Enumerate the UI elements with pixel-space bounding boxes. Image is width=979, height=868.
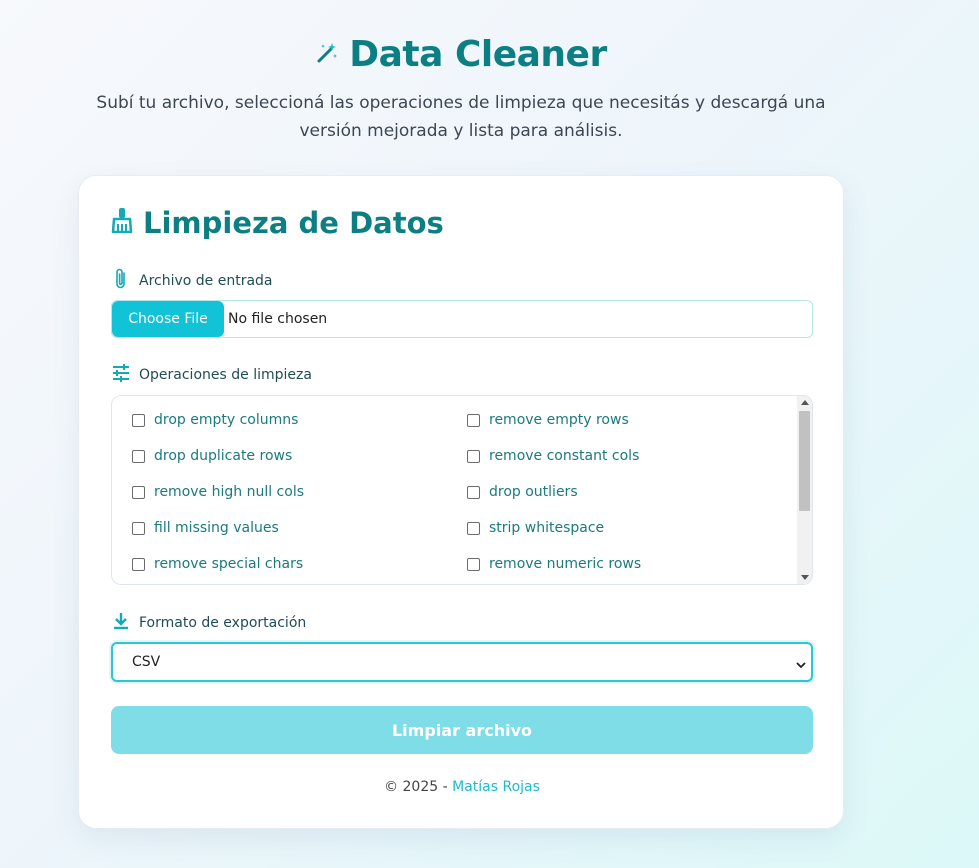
checkbox[interactable] bbox=[132, 413, 145, 427]
scroll-up-arrow-icon[interactable] bbox=[801, 400, 809, 405]
file-label: Archivo de entrada bbox=[139, 273, 273, 289]
op-drop-duplicate-rows[interactable]: drop duplicate rows bbox=[132, 446, 467, 466]
checkbox[interactable] bbox=[467, 485, 480, 499]
checkbox[interactable] bbox=[132, 521, 145, 535]
checkbox[interactable] bbox=[132, 485, 145, 499]
footer-prefix: © 2025 - bbox=[384, 779, 453, 795]
export-format-select[interactable]: CSV bbox=[111, 642, 813, 682]
page-title: Data Cleaner bbox=[349, 34, 607, 75]
op-remove-constant-cols[interactable]: remove constant cols bbox=[467, 446, 802, 466]
sliders-icon bbox=[111, 363, 131, 387]
op-label: drop duplicate rows bbox=[154, 448, 293, 464]
op-label: remove special chars bbox=[154, 556, 304, 572]
op-label: drop empty columns bbox=[154, 412, 299, 428]
page-header: Data Cleaner Subí tu archivo, seleccioná… bbox=[0, 34, 922, 145]
checkbox[interactable] bbox=[467, 413, 480, 427]
file-status: No file chosen bbox=[228, 311, 328, 327]
title-row: Data Cleaner bbox=[0, 34, 922, 75]
op-label: drop outliers bbox=[489, 484, 578, 500]
op-label: remove numeric rows bbox=[489, 556, 642, 572]
op-label: fill missing values bbox=[154, 520, 279, 536]
op-remove-high-null-cols[interactable]: remove high null cols bbox=[132, 482, 467, 502]
checkbox[interactable] bbox=[132, 557, 145, 571]
magic-wand-icon bbox=[315, 41, 339, 69]
op-remove-special-chars[interactable]: remove special chars bbox=[132, 554, 467, 574]
op-remove-numeric-rows[interactable]: remove numeric rows bbox=[467, 554, 802, 574]
download-icon bbox=[111, 611, 131, 635]
op-label: remove empty rows bbox=[489, 412, 629, 428]
op-label: remove constant cols bbox=[489, 448, 640, 464]
export-label-row: Formato de exportación bbox=[111, 611, 306, 635]
paperclip-icon bbox=[111, 268, 131, 294]
export-format-value: CSV bbox=[132, 654, 161, 670]
operations-label: Operaciones de limpieza bbox=[139, 367, 312, 383]
page-subtitle: Subí tu archivo, seleccioná las operacio… bbox=[96, 93, 826, 141]
author-link[interactable]: Matías Rojas bbox=[452, 779, 540, 795]
file-input[interactable]: Choose File No file chosen bbox=[111, 300, 813, 338]
file-label-row: Archivo de entrada bbox=[111, 268, 273, 294]
clean-file-button[interactable]: Limpiar archivo bbox=[111, 706, 813, 754]
choose-file-button[interactable]: Choose File bbox=[112, 301, 224, 337]
checkbox[interactable] bbox=[132, 449, 145, 463]
scroll-down-arrow-icon[interactable] bbox=[801, 575, 809, 580]
operations-grid: drop empty columns remove empty rows dro… bbox=[112, 396, 798, 574]
op-fill-missing-values[interactable]: fill missing values bbox=[132, 518, 467, 538]
export-label: Formato de exportación bbox=[139, 615, 307, 631]
checkbox[interactable] bbox=[467, 449, 480, 463]
scrollbar-thumb[interactable] bbox=[799, 411, 810, 511]
op-label: strip whitespace bbox=[489, 520, 605, 536]
checkbox[interactable] bbox=[467, 521, 480, 535]
chevron-down-icon[interactable] bbox=[795, 656, 807, 675]
footer: © 2025 - Matías Rojas bbox=[79, 779, 845, 795]
op-drop-empty-columns[interactable]: drop empty columns bbox=[132, 410, 467, 430]
op-drop-outliers[interactable]: drop outliers bbox=[467, 482, 802, 502]
card-title: Limpieza de Datos bbox=[143, 206, 444, 240]
operations-label-row: Operaciones de limpieza bbox=[111, 363, 312, 387]
broom-icon bbox=[111, 206, 133, 240]
op-label: remove high null cols bbox=[154, 484, 305, 500]
operations-scrollbar[interactable] bbox=[797, 396, 812, 584]
op-strip-whitespace[interactable]: strip whitespace bbox=[467, 518, 802, 538]
op-remove-empty-rows[interactable]: remove empty rows bbox=[467, 410, 802, 430]
cleaning-card: Limpieza de Datos Archivo de entrada Cho… bbox=[78, 175, 844, 829]
card-title-row: Limpieza de Datos bbox=[111, 206, 444, 240]
checkbox[interactable] bbox=[467, 557, 480, 571]
operations-list: drop empty columns remove empty rows dro… bbox=[111, 395, 813, 585]
